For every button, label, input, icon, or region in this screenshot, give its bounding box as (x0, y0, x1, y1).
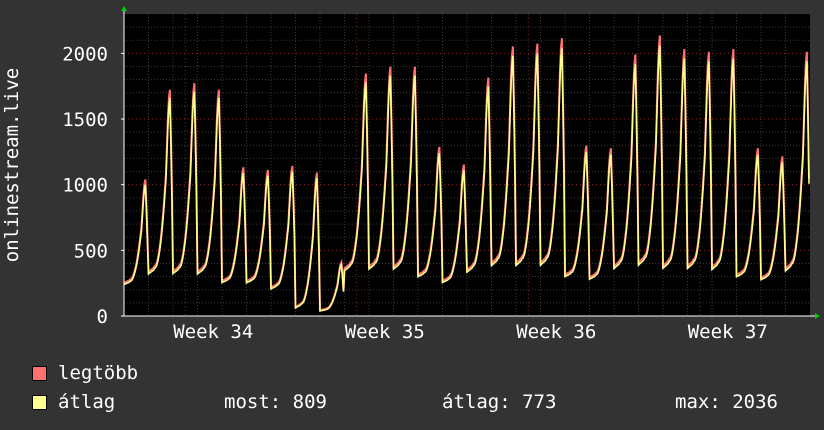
x-tick-label: Week 37 (688, 321, 768, 343)
y-tick-label: 0 (97, 306, 108, 328)
y-tick-label: 500 (74, 240, 108, 262)
legend-avg-label: átlag (58, 391, 116, 413)
x-tick-label: Week 35 (345, 321, 425, 343)
legend-now-stat: most: 809 (224, 391, 327, 413)
x-axis-arrow (815, 313, 820, 319)
y-axis-title: onlinestream.live (1, 68, 23, 262)
y-tick-label: 1500 (62, 109, 108, 131)
y-axis-arrow (121, 6, 127, 11)
x-tick-labels: Week 34 Week 35 Week 36 Week 37 (173, 321, 768, 343)
legend-max-swatch (32, 366, 47, 381)
legend-avg-swatch (32, 395, 47, 410)
x-tick-label: Week 34 (173, 321, 253, 343)
y-tick-label: 1000 (62, 175, 108, 197)
legend-max-label: legtöbb (58, 362, 139, 384)
legend-avg-stat: átlag: 773 (442, 391, 557, 413)
y-tick-label: 2000 (62, 43, 108, 65)
legend-max-stat: max: 2036 (675, 391, 778, 413)
y-tick-labels: 0 500 1000 1500 2000 (62, 43, 108, 328)
x-tick-label: Week 36 (516, 321, 596, 343)
